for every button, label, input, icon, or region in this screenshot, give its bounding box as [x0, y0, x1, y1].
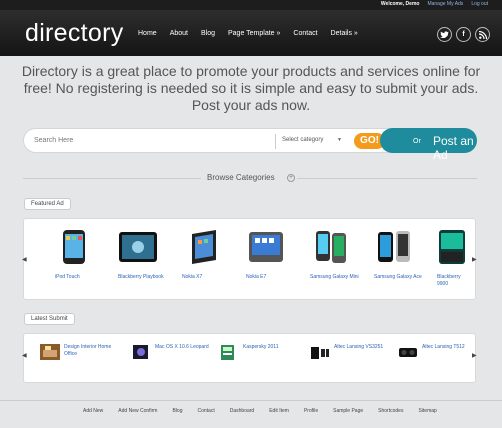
- latest-item-name[interactable]: Kaspersky 2011: [243, 344, 299, 360]
- footer-nav: Add New Add New Confirm Blog Contact Das…: [83, 408, 437, 414]
- welcome-text: Welcome, Demo: [380, 1, 420, 7]
- interior-thumbnail: [40, 344, 60, 360]
- footer-link-sample-page[interactable]: Sample Page: [333, 408, 363, 414]
- featured-item[interactable]: Samsung Galaxy Ace: [374, 228, 424, 281]
- latest-item-name[interactable]: Altec Lansing T512: [422, 344, 478, 360]
- featured-item[interactable]: Blackberry 9900: [437, 228, 473, 288]
- featured-item-name[interactable]: Samsung Galaxy Mini: [310, 274, 360, 281]
- chevron-down-icon[interactable]: ▼: [337, 137, 342, 143]
- search-input[interactable]: Search Here: [34, 137, 73, 144]
- chevron-left-icon[interactable]: ◀: [22, 352, 27, 359]
- facebook-icon[interactable]: f: [456, 27, 471, 42]
- logout-link[interactable]: Log out: [471, 1, 488, 7]
- nav-details[interactable]: Details »: [331, 30, 358, 37]
- mac-os-thumbnail: [133, 345, 148, 359]
- footer-link-sitemap[interactable]: Sitemap: [418, 408, 436, 414]
- site-header: directory Home About Blog Page Template …: [0, 10, 502, 56]
- featured-item-name[interactable]: Blackberry Playbook: [118, 274, 168, 281]
- plus-icon[interactable]: +: [287, 174, 295, 182]
- featured-item[interactable]: Samsung Galaxy Mini: [310, 228, 360, 281]
- footer-link-add-new-confirm[interactable]: Add New Confirm: [118, 408, 157, 414]
- search-divider: [275, 134, 276, 149]
- footer-link-add-new[interactable]: Add New: [83, 408, 103, 414]
- featured-item[interactable]: Nokia X7: [182, 228, 232, 281]
- manage-ads-link[interactable]: Manage My Ads: [427, 1, 463, 7]
- nav-page-template[interactable]: Page Template »: [228, 30, 280, 37]
- latest-item-name[interactable]: Mac OS X 10.6 Leopard: [155, 344, 211, 360]
- footer-link-edit-item[interactable]: Edit Item: [269, 408, 289, 414]
- footer-link-shortcodes[interactable]: Shortcodes: [378, 408, 403, 414]
- latest-submit-tag: Latest Submit: [24, 313, 75, 325]
- galaxy-ace-thumbnail: [378, 231, 410, 262]
- latest-item[interactable]: Altec Lansing T512: [398, 344, 478, 360]
- browse-categories: Browse Categories +: [0, 173, 502, 185]
- footer-divider: [0, 400, 502, 401]
- featured-item[interactable]: Nokia E7: [246, 228, 296, 281]
- featured-item-name[interactable]: Blackberry 9900: [437, 274, 473, 288]
- or-label: Or: [413, 138, 421, 145]
- nokia-x7-thumbnail: [192, 230, 216, 264]
- footer-link-dashboard[interactable]: Dashboard: [230, 408, 254, 414]
- post-ad-label[interactable]: Post an Ad: [433, 134, 474, 162]
- nav-about[interactable]: About: [170, 30, 188, 37]
- tagline: Directory is a great place to promote yo…: [21, 63, 481, 113]
- divider: [23, 178, 201, 179]
- twitter-icon[interactable]: [437, 27, 452, 42]
- browse-categories-label[interactable]: Browse Categories: [207, 173, 275, 182]
- footer-link-profile[interactable]: Profile: [304, 408, 318, 414]
- featured-item[interactable]: Blackberry Playbook: [118, 228, 168, 281]
- nav-home[interactable]: Home: [138, 30, 157, 37]
- latest-item[interactable]: Altec Lansing VS3251: [310, 344, 390, 360]
- rss-icon[interactable]: [475, 27, 490, 42]
- latest-item-name[interactable]: Design Interior Home Office: [64, 344, 120, 360]
- featured-item-name[interactable]: Nokia E7: [246, 274, 296, 281]
- chevron-left-icon[interactable]: ◀: [22, 256, 27, 263]
- speaker-vs3251-thumbnail: [311, 347, 329, 359]
- latest-item[interactable]: Mac OS X 10.6 Leopard: [131, 344, 211, 360]
- site-logo[interactable]: directory: [25, 19, 124, 48]
- divider: [297, 178, 477, 179]
- latest-item[interactable]: Design Interior Home Office: [40, 344, 120, 360]
- featured-item-name[interactable]: iPod Touch: [55, 274, 105, 281]
- footer-link-blog[interactable]: Blog: [172, 408, 182, 414]
- nav-contact[interactable]: Contact: [293, 30, 317, 37]
- nav-blog[interactable]: Blog: [201, 30, 215, 37]
- search-bar: Search Here Select category ▼ GO! Or Pos…: [23, 128, 477, 162]
- playbook-thumbnail: [119, 232, 157, 262]
- galaxy-mini-thumbnail: [316, 231, 346, 263]
- speaker-t512-thumbnail: [399, 348, 417, 357]
- footer-link-contact[interactable]: Contact: [198, 408, 215, 414]
- blackberry-9900-thumbnail: [439, 230, 465, 264]
- main-nav: Home About Blog Page Template » Contact …: [138, 30, 358, 37]
- nokia-e7-thumbnail: [249, 232, 283, 262]
- ipod-thumbnail: [63, 230, 85, 264]
- featured-ad-tag: Featured Ad: [24, 198, 71, 210]
- featured-item[interactable]: iPod Touch: [55, 228, 105, 281]
- kaspersky-thumbnail: [221, 345, 234, 360]
- category-select[interactable]: Select category: [282, 137, 323, 143]
- latest-item-name[interactable]: Altec Lansing VS3251: [334, 344, 390, 360]
- latest-item[interactable]: Kaspersky 2011: [219, 344, 299, 360]
- top-bar: Welcome, Demo Manage My Ads Log out: [0, 0, 502, 10]
- social-links: f: [437, 27, 490, 42]
- featured-item-name[interactable]: Samsung Galaxy Ace: [374, 274, 424, 281]
- featured-item-name[interactable]: Nokia X7: [182, 274, 232, 281]
